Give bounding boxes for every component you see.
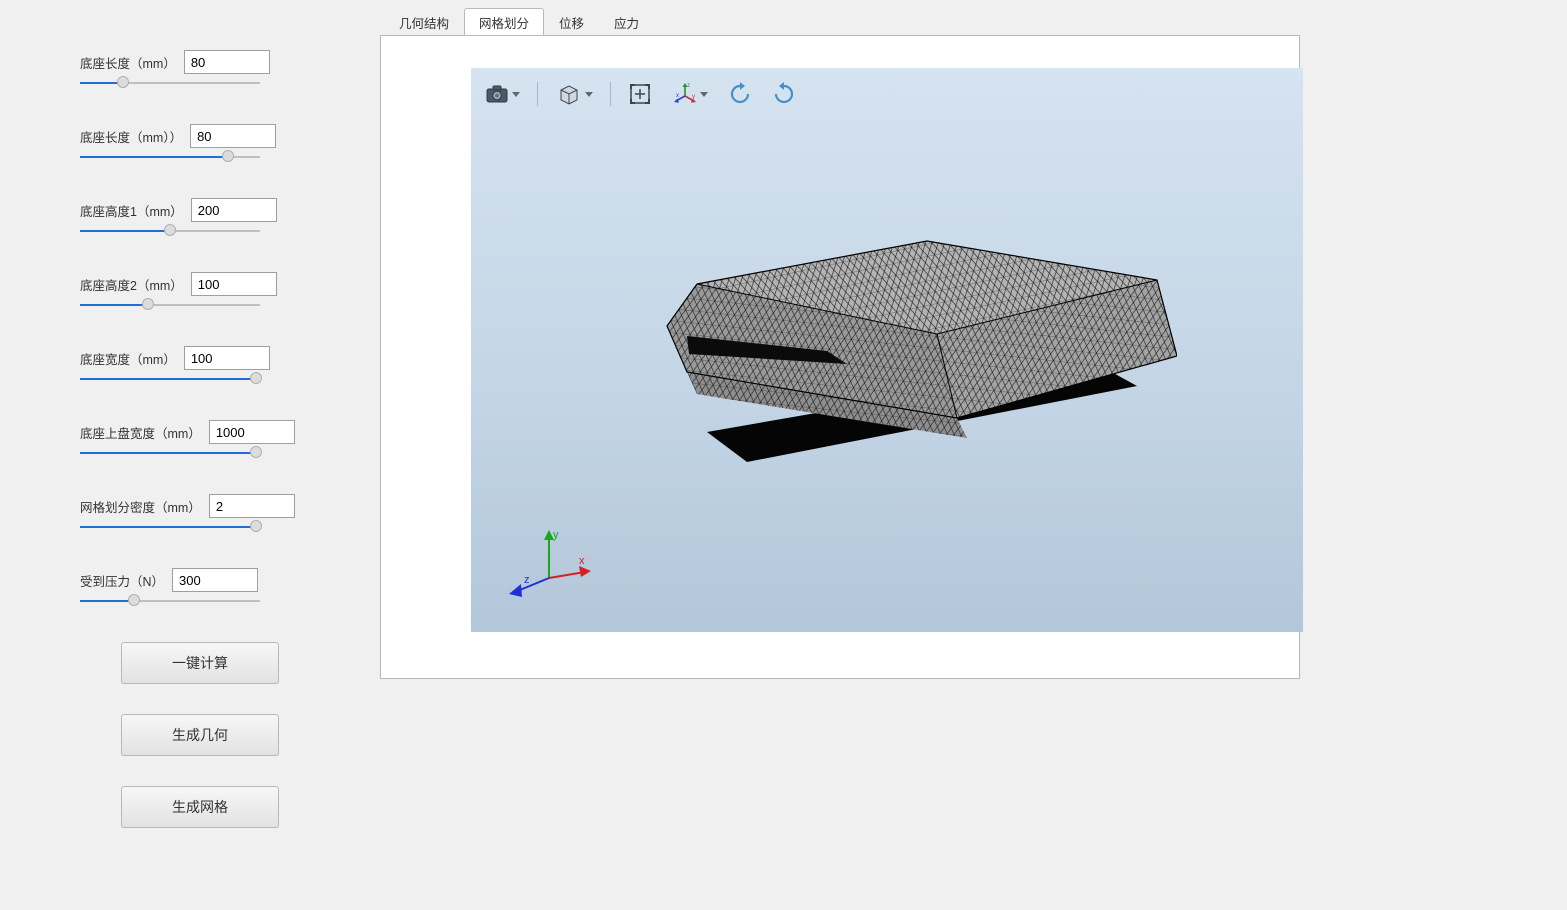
chevron-down-icon — [585, 92, 593, 97]
axis-y-label: y — [553, 529, 559, 541]
param-label: 底座高度1（mm） — [80, 201, 183, 220]
view-cube-dropdown-button[interactable] — [552, 80, 596, 108]
svg-text:x: x — [676, 93, 679, 99]
param-label: 底座上盘宽度（mm） — [80, 423, 201, 442]
screenshot-dropdown-button[interactable] — [481, 80, 523, 108]
svg-text:y: y — [692, 94, 695, 100]
rotate-ccw-icon — [728, 82, 752, 106]
param-label: 底座长度（mm）） — [80, 127, 182, 146]
canvas-panel: z y x — [380, 35, 1300, 679]
param-input-mesh-density[interactable] — [209, 494, 295, 518]
param-base-length-2: 底座长度（mm）） — [80, 124, 320, 160]
chevron-down-icon — [700, 92, 708, 97]
param-base-length: 底座长度（mm） — [80, 50, 320, 86]
zoom-extents-icon — [629, 83, 651, 105]
param-input-base-height-1[interactable] — [191, 198, 277, 222]
generate-geometry-button[interactable]: 生成几何 — [121, 714, 279, 756]
slider-base-height-2[interactable] — [80, 302, 260, 308]
param-label: 底座长度（mm） — [80, 53, 176, 72]
param-input-upper-plate-width[interactable] — [209, 420, 295, 444]
axis-z-label: z — [524, 574, 530, 586]
param-base-width: 底座宽度（mm） — [80, 346, 320, 382]
meshed-model — [597, 216, 1177, 476]
axis-x-label: x — [579, 555, 585, 567]
parameters-sidebar: 底座长度（mm） 底座长度（mm）） 底座高度1（mm） — [0, 0, 380, 910]
camera-icon — [486, 85, 508, 103]
param-label: 底座高度2（mm） — [80, 275, 183, 294]
param-input-base-height-2[interactable] — [191, 272, 277, 296]
param-label: 网格划分密度（mm） — [80, 497, 201, 516]
param-input-base-width[interactable] — [184, 346, 270, 370]
param-input-base-length-2[interactable] — [190, 124, 276, 148]
zoom-extents-button[interactable] — [625, 80, 655, 108]
slider-base-length-2[interactable] — [80, 154, 260, 160]
generate-mesh-button[interactable]: 生成网格 — [121, 786, 279, 828]
slider-base-height-1[interactable] — [80, 228, 260, 234]
param-input-base-length[interactable] — [184, 50, 270, 74]
toolbar-separator — [610, 82, 611, 106]
param-base-height-1: 底座高度1（mm） — [80, 198, 320, 234]
axis-icon: z y x — [674, 83, 696, 105]
main-panel: 几何结构 网格划分 位移 应力 — [380, 0, 1567, 910]
param-upper-plate-width: 底座上盘宽度（mm） — [80, 420, 320, 456]
slider-mesh-density[interactable] — [80, 524, 260, 530]
rotate-ccw-button[interactable] — [725, 80, 755, 108]
slider-base-width[interactable] — [80, 376, 260, 382]
toolbar-separator — [537, 82, 538, 106]
axis-orient-dropdown-button[interactable]: z y x — [669, 80, 711, 108]
slider-upper-plate-width[interactable] — [80, 450, 260, 456]
svg-text:z: z — [687, 83, 690, 89]
viewport-toolbar: z y x — [475, 78, 805, 110]
slider-base-length[interactable] — [80, 80, 260, 86]
compute-button[interactable]: 一键计算 — [121, 642, 279, 684]
param-label: 受到压力（N） — [80, 571, 164, 590]
param-mesh-density: 网格划分密度（mm） — [80, 494, 320, 530]
slider-pressure[interactable] — [80, 598, 260, 604]
rotate-cw-button[interactable] — [769, 80, 799, 108]
cube-icon — [557, 83, 581, 105]
param-label: 底座宽度（mm） — [80, 349, 176, 368]
viewport-3d[interactable]: z y x — [471, 68, 1303, 632]
axis-triad: y x z — [507, 528, 597, 608]
param-input-pressure[interactable] — [172, 568, 258, 592]
rotate-cw-icon — [772, 82, 796, 106]
tab-geometry[interactable]: 几何结构 — [384, 8, 464, 36]
param-pressure: 受到压力（N） — [80, 568, 320, 604]
param-base-height-2: 底座高度2（mm） — [80, 272, 320, 308]
chevron-down-icon — [512, 92, 520, 97]
tab-displacement[interactable]: 位移 — [544, 8, 599, 36]
tab-mesh[interactable]: 网格划分 — [464, 8, 544, 36]
tab-stress[interactable]: 应力 — [599, 8, 654, 36]
tab-bar: 几何结构 网格划分 位移 应力 — [380, 8, 1567, 35]
